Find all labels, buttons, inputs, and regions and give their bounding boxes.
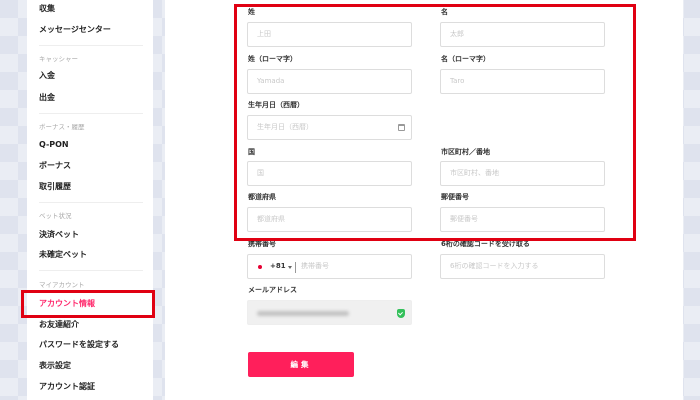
- phone-placeholder: 携帯番号: [301, 262, 329, 270]
- sidebar-divider: [39, 202, 143, 203]
- shield-check-icon: [397, 309, 405, 318]
- sidebar-divider: [39, 270, 143, 271]
- sidebar-item-set-password[interactable]: パスワードを設定する: [39, 340, 119, 350]
- sidebar-item-open-bets[interactable]: 未確定ベット: [39, 250, 87, 260]
- email-field: [247, 300, 412, 325]
- email-value-redacted: [257, 311, 349, 316]
- sidebar-nav: 収集 メッセージセンター キャッシャー 入金 出金 ボーナス・履歴 Q-PON …: [27, 0, 153, 400]
- sidebar-item-bonus[interactable]: ボーナス: [39, 161, 71, 171]
- sidebar-item-deposit[interactable]: 入金: [39, 71, 55, 81]
- phone-input[interactable]: +81 携帯番号: [247, 254, 412, 279]
- sidebar-section-bonus: ボーナス・履歴: [39, 123, 85, 131]
- sidebar-item-withdraw[interactable]: 出金: [39, 93, 55, 103]
- sidebar-item-account-verification[interactable]: アカウント認証: [39, 382, 95, 392]
- text-cursor: [295, 262, 296, 273]
- sidebar-item-collection[interactable]: 収集: [39, 4, 55, 14]
- sidebar-item-qpon[interactable]: Q-PON: [39, 140, 69, 150]
- form-highlight-box: [234, 4, 636, 241]
- sidebar-section-bets: ベット状況: [39, 212, 72, 220]
- sidebar-item-refer-friend[interactable]: お友達紹介: [39, 320, 79, 330]
- japan-flag-icon: [258, 265, 262, 269]
- verification-code-input[interactable]: 6桁の確認コードを入力する: [440, 254, 605, 279]
- sidebar-divider: [39, 113, 143, 114]
- phone-country-code[interactable]: +81: [270, 255, 286, 278]
- sidebar-item-display-settings[interactable]: 表示設定: [39, 361, 71, 371]
- edit-button[interactable]: 編集: [248, 352, 354, 377]
- chevron-down-icon[interactable]: [288, 266, 292, 269]
- sidebar-item-history[interactable]: 取引履歴: [39, 182, 71, 192]
- phone-label: 携帯番号: [248, 240, 276, 248]
- active-item-highlight: [21, 290, 155, 318]
- sidebar-section-cashier: キャッシャー: [39, 55, 78, 63]
- sidebar-section-my-account: マイアカウント: [39, 281, 85, 289]
- email-label: メールアドレス: [248, 286, 297, 294]
- sidebar-item-message-center[interactable]: メッセージセンター: [39, 25, 111, 35]
- verification-code-label[interactable]: 6桁の確認コードを受け取る: [441, 240, 530, 249]
- sidebar-divider: [39, 45, 143, 46]
- sidebar-item-settled-bets[interactable]: 決済ベット: [39, 230, 79, 240]
